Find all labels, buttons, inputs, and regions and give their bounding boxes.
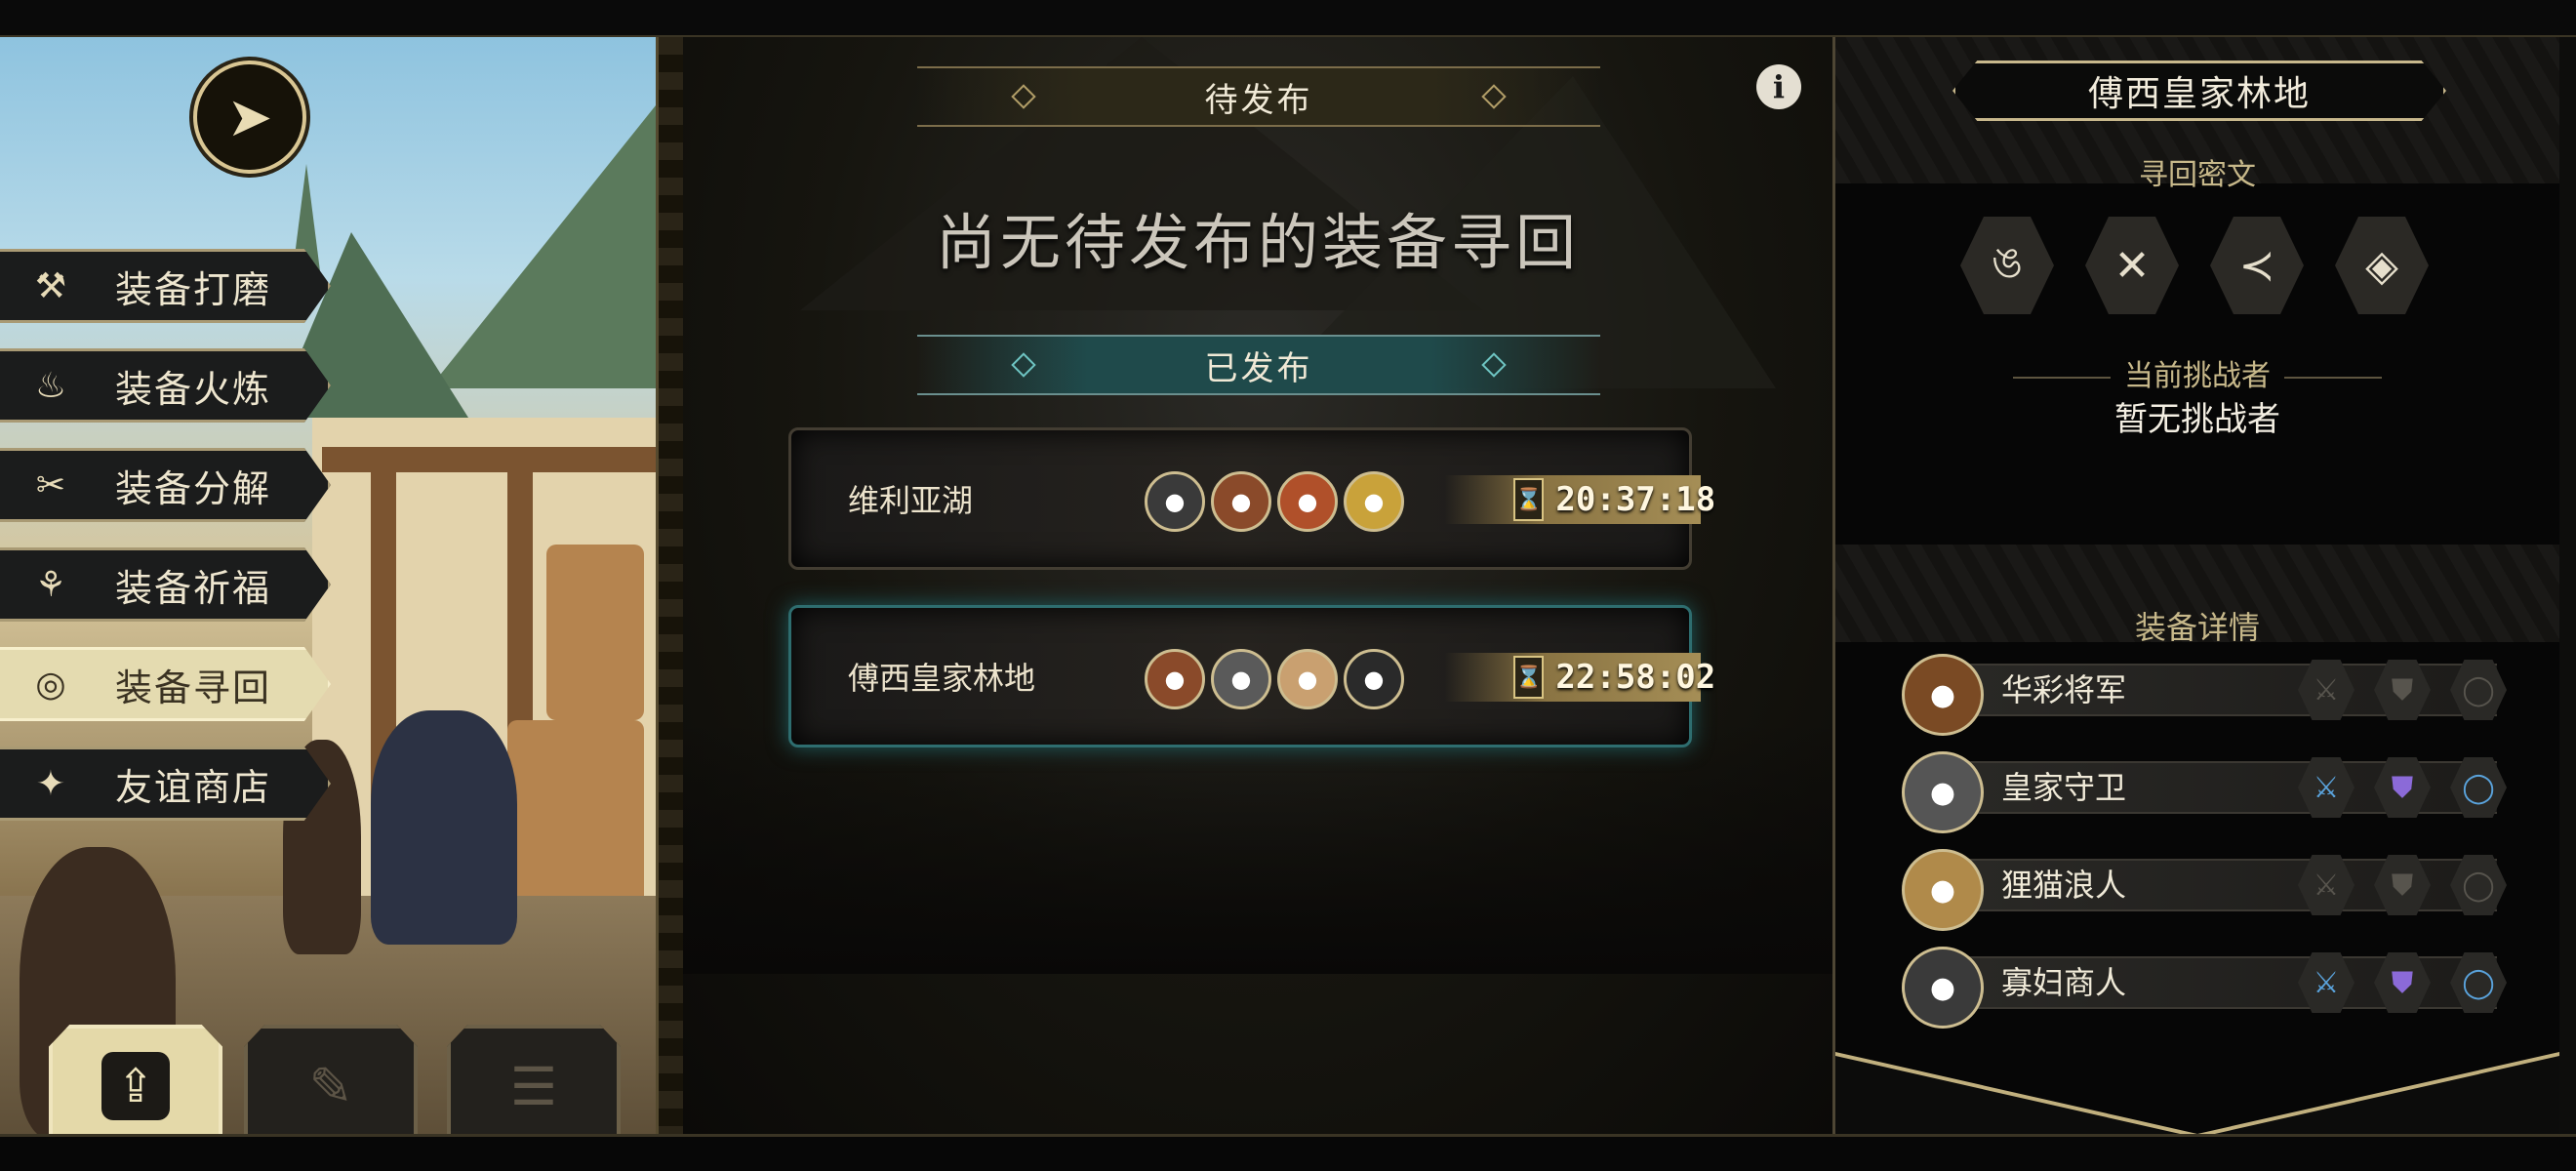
equipment-row[interactable]: ● 狸猫浪人 ⚔ ⛊ ◯: [1902, 849, 2507, 931]
avatar: ●: [1344, 471, 1404, 532]
menu-item-label: 装备打磨: [115, 267, 272, 311]
menu-item-label: 装备火炼: [115, 367, 272, 411]
upload-icon: ⇪: [101, 1052, 170, 1120]
quest-name: 维利亚湖: [848, 482, 974, 519]
avatar: ●: [1902, 654, 1984, 736]
menu-item-polish[interactable]: ⚒ 装备打磨: [0, 249, 331, 323]
quest-time: 22:58:02: [1555, 658, 1716, 697]
avatar: ●: [1211, 471, 1271, 532]
bottom-border: [0, 1134, 2576, 1171]
feather-icon: ✎: [308, 1055, 353, 1117]
menu-item-label: 装备分解: [115, 466, 272, 510]
quest-card[interactable]: 维利亚湖 ● ● ● ● ⌛ 20:37:18: [788, 427, 1715, 570]
list-button[interactable]: ☰: [447, 1025, 621, 1148]
equipment-row[interactable]: ● 皇家守卫 ⚔ ⛊ ◯: [1902, 751, 2507, 833]
rune-icon[interactable]: ✕: [2085, 217, 2179, 314]
upload-button[interactable]: ⇪: [49, 1025, 222, 1148]
break-icon: ✂: [35, 464, 66, 505]
challenger-label: 当前挑战者: [1835, 351, 2559, 394]
back-button[interactable]: ➤: [193, 61, 306, 174]
diamond-icon: [1011, 84, 1036, 109]
blessing-icon: ⚘: [34, 564, 67, 605]
avatar: ●: [1211, 649, 1271, 709]
menu-item-retrieve[interactable]: ◎ 装备寻回: [0, 647, 331, 721]
diamond-icon: [1481, 84, 1507, 109]
game-screen: ➤ ⚒ 装备打磨 ♨ 装备火炼 ✂ 装备分解 ⚘ 装备祈福 ◎ 装备寻回 ✦ 友…: [0, 0, 2576, 1171]
scene-barrel: [546, 545, 644, 720]
menu-item-label: 装备寻回: [115, 666, 272, 709]
back-arrow-icon: ➤: [226, 85, 273, 149]
empty-message: 尚无待发布的装备寻回: [935, 207, 1580, 278]
avatar: ●: [1902, 751, 1984, 833]
detail-panel: 傅西皇家林地 寻回密文 ঙ ✕ ≺ ◈ 当前挑战者 暂无挑战者 装备详情 ● 华…: [1832, 37, 2576, 1134]
menu-item-forge[interactable]: ♨ 装备火炼: [0, 348, 331, 423]
hammer-icon: ⚒: [34, 265, 67, 306]
equipment-owner: 寡妇商人: [2001, 964, 2127, 1001]
rune-icon[interactable]: ঙ: [1960, 217, 2054, 314]
pending-label: 待发布: [1204, 80, 1313, 120]
quest-timer: ⌛ 20:37:18: [1445, 475, 1715, 524]
hourglass-icon: ⌛: [1513, 478, 1545, 521]
menu-item-dismantle[interactable]: ✂ 装备分解: [0, 448, 331, 522]
panel-chevron: [1835, 1052, 2559, 1134]
equipment-owner: 华彩将军: [2001, 671, 2127, 708]
scene-roof: [429, 96, 656, 388]
quest-time: 20:37:18: [1555, 480, 1716, 519]
bg-crowd: [683, 720, 1832, 974]
equipment-owner: 狸猫浪人: [2001, 867, 2127, 904]
top-border: [0, 0, 2576, 38]
avatar: ●: [1902, 849, 1984, 931]
avatar: ●: [1277, 471, 1338, 532]
target-icon: ◎: [35, 664, 66, 705]
detail-frame: 傅西皇家林地 寻回密文 ঙ ✕ ≺ ◈ 当前挑战者 暂无挑战者 装备详情 ● 华…: [1832, 37, 2559, 1134]
location-title: 傅西皇家林地: [1952, 61, 2446, 121]
location-title-text: 傅西皇家林地: [2087, 74, 2311, 114]
avatar: ●: [1277, 649, 1338, 709]
runes-label: 寻回密文: [2139, 158, 2256, 192]
quest-avatars: ● ● ● ●: [1145, 649, 1404, 709]
menu-item-blessing[interactable]: ⚘ 装备祈福: [0, 547, 331, 622]
avatar: ●: [1145, 471, 1205, 532]
fox-icon: ✦: [35, 763, 66, 804]
avatar: ●: [1344, 649, 1404, 709]
avatar: ●: [1902, 947, 1984, 1029]
list-icon: ☰: [509, 1055, 558, 1117]
rune-icon[interactable]: ≺: [2210, 217, 2304, 314]
challenger-value: 暂无挑战者: [2114, 400, 2280, 439]
quest-avatars: ● ● ● ●: [1145, 471, 1404, 532]
published-header: 已发布: [917, 335, 1600, 395]
feather-button[interactable]: ✎: [244, 1025, 418, 1148]
info-icon: i: [1772, 68, 1786, 105]
rune-list: ঙ ✕ ≺ ◈: [1960, 217, 2429, 314]
character-figure: [371, 710, 517, 945]
equipment-row[interactable]: ● 寡妇商人 ⚔ ⛊ ◯: [1902, 947, 2507, 1029]
diamond-icon: [1481, 352, 1507, 378]
quest-card[interactable]: 傅西皇家林地 ● ● ● ● ⌛ 22:58:02: [788, 605, 1715, 747]
diamond-icon: [1011, 352, 1036, 378]
quest-timer: ⌛ 22:58:02: [1445, 653, 1715, 702]
scene-barrel: [507, 720, 644, 906]
pending-header: 待发布: [917, 66, 1600, 127]
avatar: ●: [1145, 649, 1205, 709]
flame-icon: ♨: [34, 365, 67, 406]
published-label: 已发布: [1204, 348, 1313, 388]
menu-item-shop[interactable]: ✦ 友谊商店: [0, 747, 331, 821]
info-button[interactable]: i: [1756, 64, 1801, 109]
quest-name: 傅西皇家林地: [848, 660, 1036, 697]
equipment-label: 装备详情: [2134, 609, 2260, 646]
menu-item-label: 友谊商店: [115, 765, 272, 809]
hourglass-icon: ⌛: [1513, 656, 1545, 699]
equipment-row[interactable]: ● 华彩将军 ⚔ ⛊ ◯: [1902, 654, 2507, 736]
equipment-owner: 皇家守卫: [2001, 769, 2127, 806]
quest-board: 待发布 i 尚无待发布的装备寻回 已发布 维利亚湖 ● ● ● ● ⌛ 20:3…: [683, 37, 1832, 1134]
menu-item-label: 装备祈福: [115, 566, 272, 610]
rune-icon[interactable]: ◈: [2335, 217, 2429, 314]
